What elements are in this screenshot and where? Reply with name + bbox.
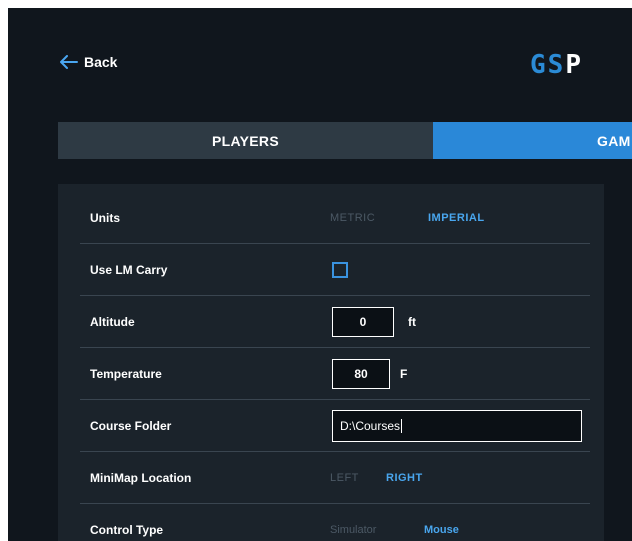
back-label: Back: [84, 54, 118, 70]
course-folder-row: Course Folder D:\Courses: [80, 400, 590, 452]
tab-game[interactable]: GAM: [433, 122, 632, 159]
altitude-input[interactable]: 0: [332, 306, 394, 337]
course-folder-input[interactable]: D:\Courses: [332, 409, 582, 442]
minimap-location-row: MiniMap Location LEFT RIGHT: [80, 452, 590, 504]
units-label: Units: [90, 210, 120, 225]
control-type-row: Control Type Simulator Mouse: [80, 504, 590, 541]
control-mouse-option[interactable]: Mouse: [424, 524, 459, 536]
minimap-right-option[interactable]: RIGHT: [386, 472, 423, 484]
altitude-label: Altitude: [90, 314, 135, 329]
back-button[interactable]: Back: [60, 54, 117, 70]
tab-bar: PLAYERS GAM: [58, 122, 632, 159]
altitude-row: Altitude 0 ft: [80, 296, 590, 348]
temperature-label: Temperature: [90, 366, 162, 381]
units-metric-option[interactable]: METRIC: [330, 212, 375, 224]
arrow-left-icon: [60, 55, 78, 69]
minimap-location-label: MiniMap Location: [90, 470, 192, 485]
temperature-input[interactable]: 80: [332, 358, 390, 389]
use-lm-carry-label: Use LM Carry: [90, 262, 168, 277]
altitude-unit: ft: [408, 314, 416, 329]
units-row: Units METRIC IMPERIAL: [80, 192, 590, 244]
units-imperial-option[interactable]: IMPERIAL: [428, 212, 485, 224]
use-lm-carry-checkbox[interactable]: [332, 261, 348, 278]
control-type-label: Control Type: [90, 523, 164, 537]
gsp-logo: GSP: [530, 50, 583, 80]
temperature-unit: F: [400, 366, 408, 381]
minimap-left-option[interactable]: LEFT: [330, 472, 359, 484]
course-folder-label: Course Folder: [90, 418, 172, 433]
use-lm-carry-row: Use LM Carry: [80, 244, 590, 296]
tab-players[interactable]: PLAYERS: [58, 122, 433, 159]
text-caret: [401, 418, 403, 433]
control-simulator-option[interactable]: Simulator: [330, 524, 376, 536]
temperature-row: Temperature 80 F: [80, 348, 590, 400]
settings-screen: Back GSP PLAYERS GAM Units METRIC IMPERI…: [8, 8, 632, 541]
course-folder-value: D:\Courses: [340, 418, 401, 433]
settings-panel: Units METRIC IMPERIAL Use LM Carry Altit…: [58, 184, 604, 541]
